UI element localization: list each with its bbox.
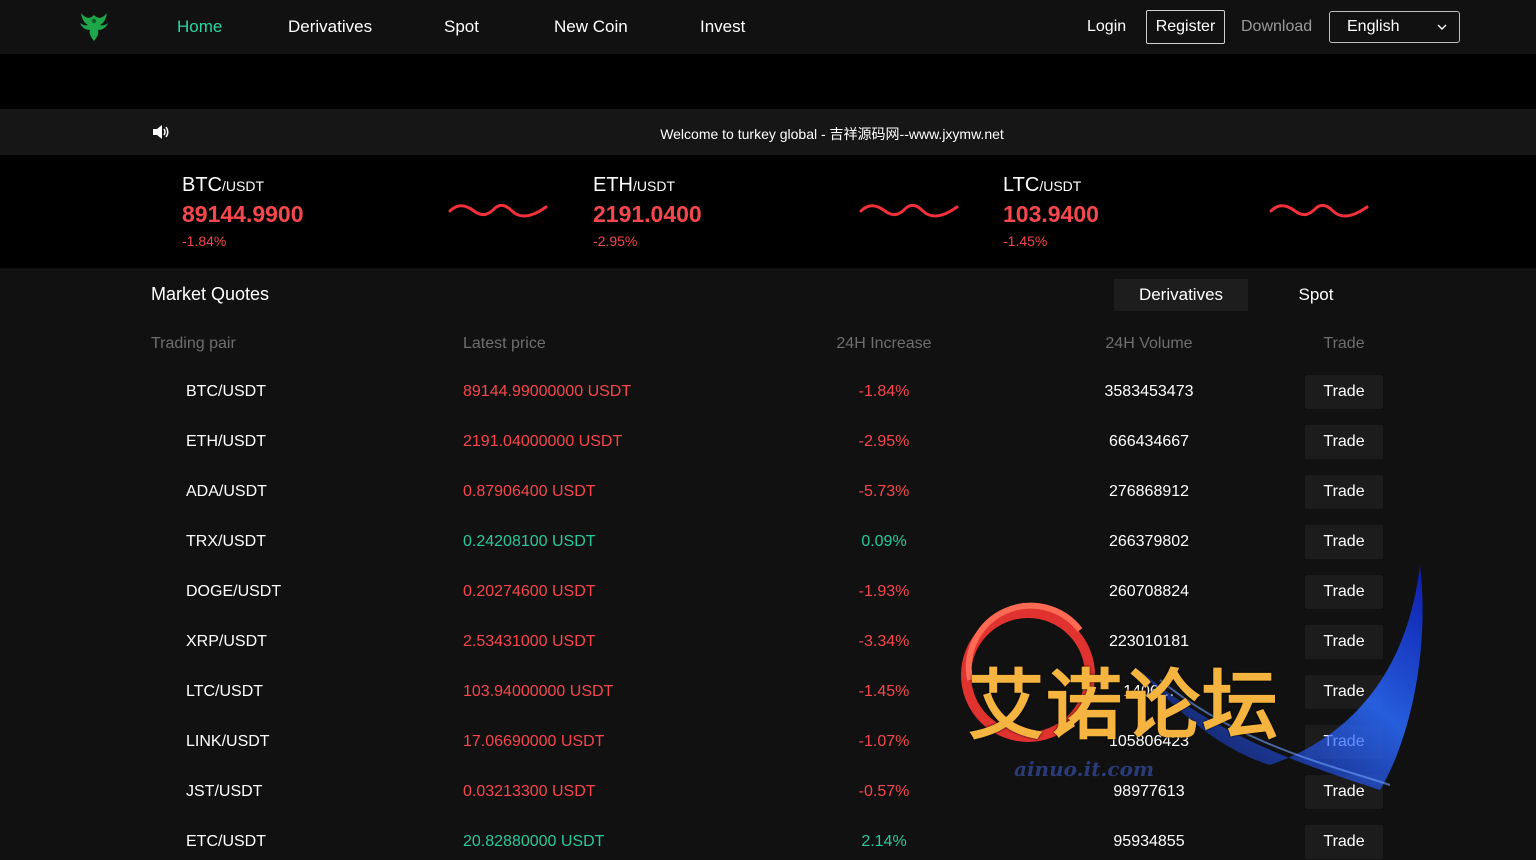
row-price: 0.20274600 USDT bbox=[463, 583, 596, 600]
row-change: -1.93% bbox=[858, 583, 910, 600]
login-link[interactable]: Login bbox=[1087, 0, 1126, 54]
row-pair: JST/USDT bbox=[186, 783, 263, 800]
nav-new-coin[interactable]: New Coin bbox=[554, 0, 628, 54]
trade-button[interactable]: Trade bbox=[1305, 825, 1383, 859]
row-change: -1.84% bbox=[858, 383, 910, 400]
notice-bar: Welcome to turkey global - 吉祥源码网--www.jx… bbox=[0, 109, 1536, 155]
nav-derivatives[interactable]: Derivatives bbox=[288, 0, 372, 54]
ticker-card-eth[interactable]: ETH/USDT 2191.0400 -2.95% bbox=[593, 155, 993, 268]
row-price: 0.03213300 USDT bbox=[463, 783, 596, 800]
row-pair: LTC/USDT bbox=[186, 683, 264, 700]
table-row[interactable]: LTC/USDT 103.94000000 USDT -1.45% 1406… Trad… bbox=[0, 667, 1536, 717]
nav-spot[interactable]: Spot bbox=[444, 0, 479, 54]
trade-button[interactable]: Trade bbox=[1305, 375, 1383, 409]
trade-button[interactable]: Trade bbox=[1305, 525, 1383, 559]
trade-button[interactable]: Trade bbox=[1305, 425, 1383, 459]
top-navbar: Home Derivatives Spot New Coin Invest Lo… bbox=[0, 0, 1536, 54]
row-change: -1.45% bbox=[858, 683, 910, 700]
column-header-pair: Trading pair bbox=[151, 335, 236, 352]
ticker-price: 103.9400 bbox=[1003, 201, 1099, 227]
row-change: -5.73% bbox=[858, 483, 910, 500]
row-change: -0.57% bbox=[858, 783, 910, 800]
column-header-price: Latest price bbox=[463, 335, 546, 352]
column-header-trade: Trade bbox=[1323, 335, 1365, 352]
table-row[interactable]: DOGE/USDT 0.20274600 USDT -1.93% 260708824 T… bbox=[0, 567, 1536, 617]
row-pair: DOGE/USDT bbox=[186, 583, 282, 600]
ticker-pair: LTC/USDT bbox=[1003, 174, 1082, 196]
row-pair: XRP/USDT bbox=[186, 633, 267, 650]
sparkline-chart bbox=[859, 203, 959, 218]
ticker-price: 89144.9900 bbox=[182, 201, 304, 227]
row-change: 2.14% bbox=[861, 833, 907, 850]
table-row[interactable]: LINK/USDT 17.06690000 USDT -1.07% 105806423… bbox=[0, 717, 1536, 767]
ticker-pair: BTC/USDT bbox=[182, 174, 264, 196]
ticker-change: -2.95% bbox=[593, 233, 638, 249]
row-change: -1.07% bbox=[858, 733, 910, 750]
table-row[interactable]: ETC/USDT 20.82880000 USDT 2.14% 95934855 Tra… bbox=[0, 817, 1536, 860]
ticker-change: -1.84% bbox=[182, 233, 227, 249]
trade-button[interactable]: Trade bbox=[1305, 575, 1383, 609]
row-price: 89144.99000000 USDT bbox=[463, 383, 632, 400]
sparkline-chart bbox=[448, 203, 548, 218]
nav-invest[interactable]: Invest bbox=[700, 0, 745, 54]
phoenix-logo-icon[interactable] bbox=[76, 9, 112, 43]
row-volume: 95934855 bbox=[1113, 833, 1185, 850]
row-pair: TRX/USDT bbox=[186, 533, 266, 550]
row-volume: 276868912 bbox=[1108, 483, 1190, 500]
notice-text: Welcome to turkey global - 吉祥源码网--www.jx… bbox=[660, 126, 1004, 142]
ticker-strip: BTC/USDT 89144.9900 -1.84% ETH/USDT 2191… bbox=[0, 155, 1536, 268]
row-volume: 266379802 bbox=[1108, 533, 1190, 550]
row-pair: BTC/USDT bbox=[186, 383, 266, 400]
table-row[interactable]: XRP/USDT 2.53431000 USDT -3.34% 223010181 Tr… bbox=[0, 617, 1536, 667]
watermark-text: 艾诺论坛 bbox=[968, 661, 1280, 750]
sparkline-chart bbox=[1269, 203, 1369, 218]
row-pair: ETC/USDT bbox=[186, 833, 266, 850]
banner-area bbox=[0, 54, 1536, 109]
column-header-increase: 24H Increase bbox=[836, 335, 932, 352]
table-row[interactable]: ADA/USDT 0.87906400 USDT -5.73% 276868912 Tr… bbox=[0, 467, 1536, 517]
tab-spot[interactable]: Spot bbox=[1248, 279, 1384, 311]
row-price: 103.94000000 USDT bbox=[463, 683, 614, 700]
row-volume: 3583453473 bbox=[1104, 383, 1194, 400]
row-change: -2.95% bbox=[858, 433, 910, 450]
trade-button[interactable]: Trade bbox=[1305, 775, 1383, 809]
row-price: 2191.04000000 USDT bbox=[463, 433, 623, 450]
download-link[interactable]: Download bbox=[1241, 0, 1312, 54]
language-value: English bbox=[1347, 18, 1400, 35]
row-volume: 666434667 bbox=[1108, 433, 1190, 450]
column-header-volume: 24H Volume bbox=[1105, 335, 1193, 352]
nav-home[interactable]: Home bbox=[177, 0, 222, 54]
watermark-url: ainuo.it.com bbox=[1014, 757, 1155, 781]
row-price: 0.24208100 USDT bbox=[463, 533, 596, 550]
tab-derivatives[interactable]: Derivatives bbox=[1114, 279, 1248, 311]
row-pair: ADA/USDT bbox=[186, 483, 267, 500]
trade-button[interactable]: Trade bbox=[1305, 475, 1383, 509]
ticker-pair: ETH/USDT bbox=[593, 174, 675, 196]
table-row[interactable]: TRX/USDT 0.24208100 USDT 0.09% 266379802 Tra… bbox=[0, 517, 1536, 567]
language-select[interactable]: English bbox=[1329, 11, 1460, 43]
row-price: 20.82880000 USDT bbox=[463, 833, 605, 850]
ticker-price: 2191.0400 bbox=[593, 201, 702, 227]
row-price: 17.06690000 USDT bbox=[463, 733, 605, 750]
register-button[interactable]: Register bbox=[1146, 10, 1225, 44]
trade-button[interactable]: Trade bbox=[1305, 675, 1383, 709]
row-price: 0.87906400 USDT bbox=[463, 483, 596, 500]
row-change: 0.09% bbox=[861, 533, 907, 550]
table-row[interactable]: JST/USDT 0.03213300 USDT -0.57% 98977613 Tra… bbox=[0, 767, 1536, 817]
table-row[interactable]: ETH/USDT 2191.04000000 USDT -2.95% 66643466… bbox=[0, 417, 1536, 467]
chevron-down-icon bbox=[1437, 24, 1447, 30]
ticker-card-ltc[interactable]: LTC/USDT 103.9400 -1.45% bbox=[1003, 155, 1403, 268]
row-change: -3.34% bbox=[858, 633, 910, 650]
row-pair: ETH/USDT bbox=[186, 433, 266, 450]
row-pair: LINK/USDT bbox=[186, 733, 270, 750]
market-quotes-title: Market Quotes bbox=[151, 284, 270, 304]
row-price: 2.53431000 USDT bbox=[463, 633, 596, 650]
row-volume: 260708824 bbox=[1108, 583, 1190, 600]
table-row[interactable]: BTC/USDT 89144.99000000 USDT -1.84% 3583453… bbox=[0, 367, 1536, 417]
trade-button[interactable]: Trade bbox=[1305, 625, 1383, 659]
trade-button[interactable]: Trade bbox=[1305, 725, 1383, 759]
ticker-change: -1.45% bbox=[1003, 233, 1048, 249]
ticker-card-btc[interactable]: BTC/USDT 89144.9900 -1.84% bbox=[182, 155, 582, 268]
